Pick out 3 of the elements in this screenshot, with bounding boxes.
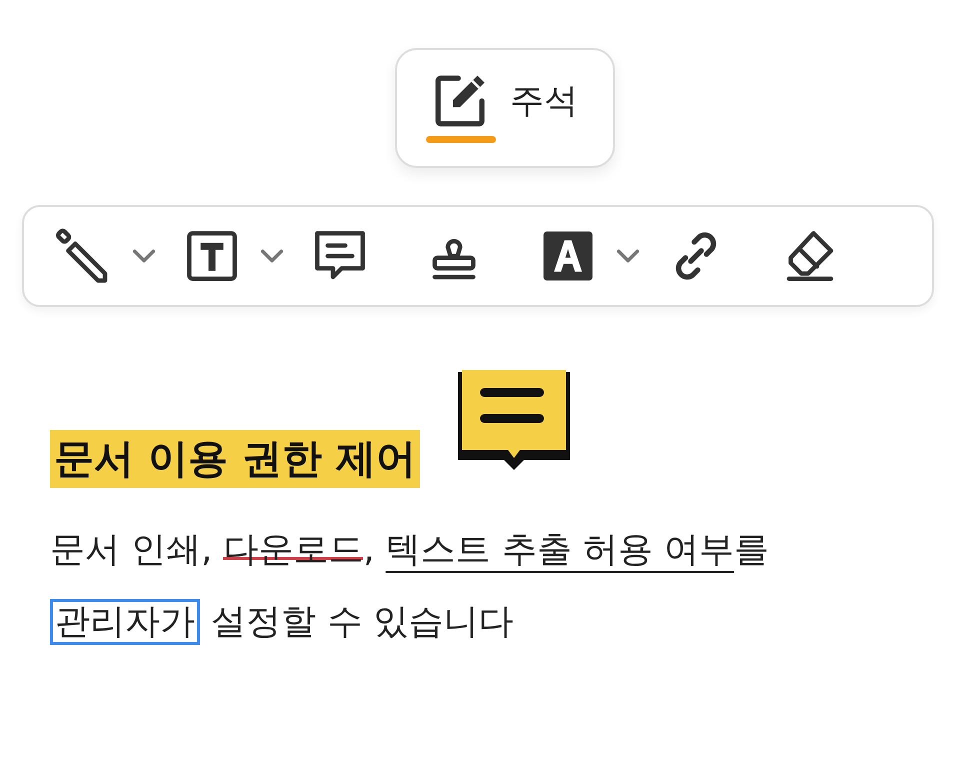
text-box-icon xyxy=(184,228,240,284)
highlighted-heading: 문서 이용 권한 제어 xyxy=(50,430,420,488)
annotation-tab[interactable]: 주석 xyxy=(432,73,578,143)
